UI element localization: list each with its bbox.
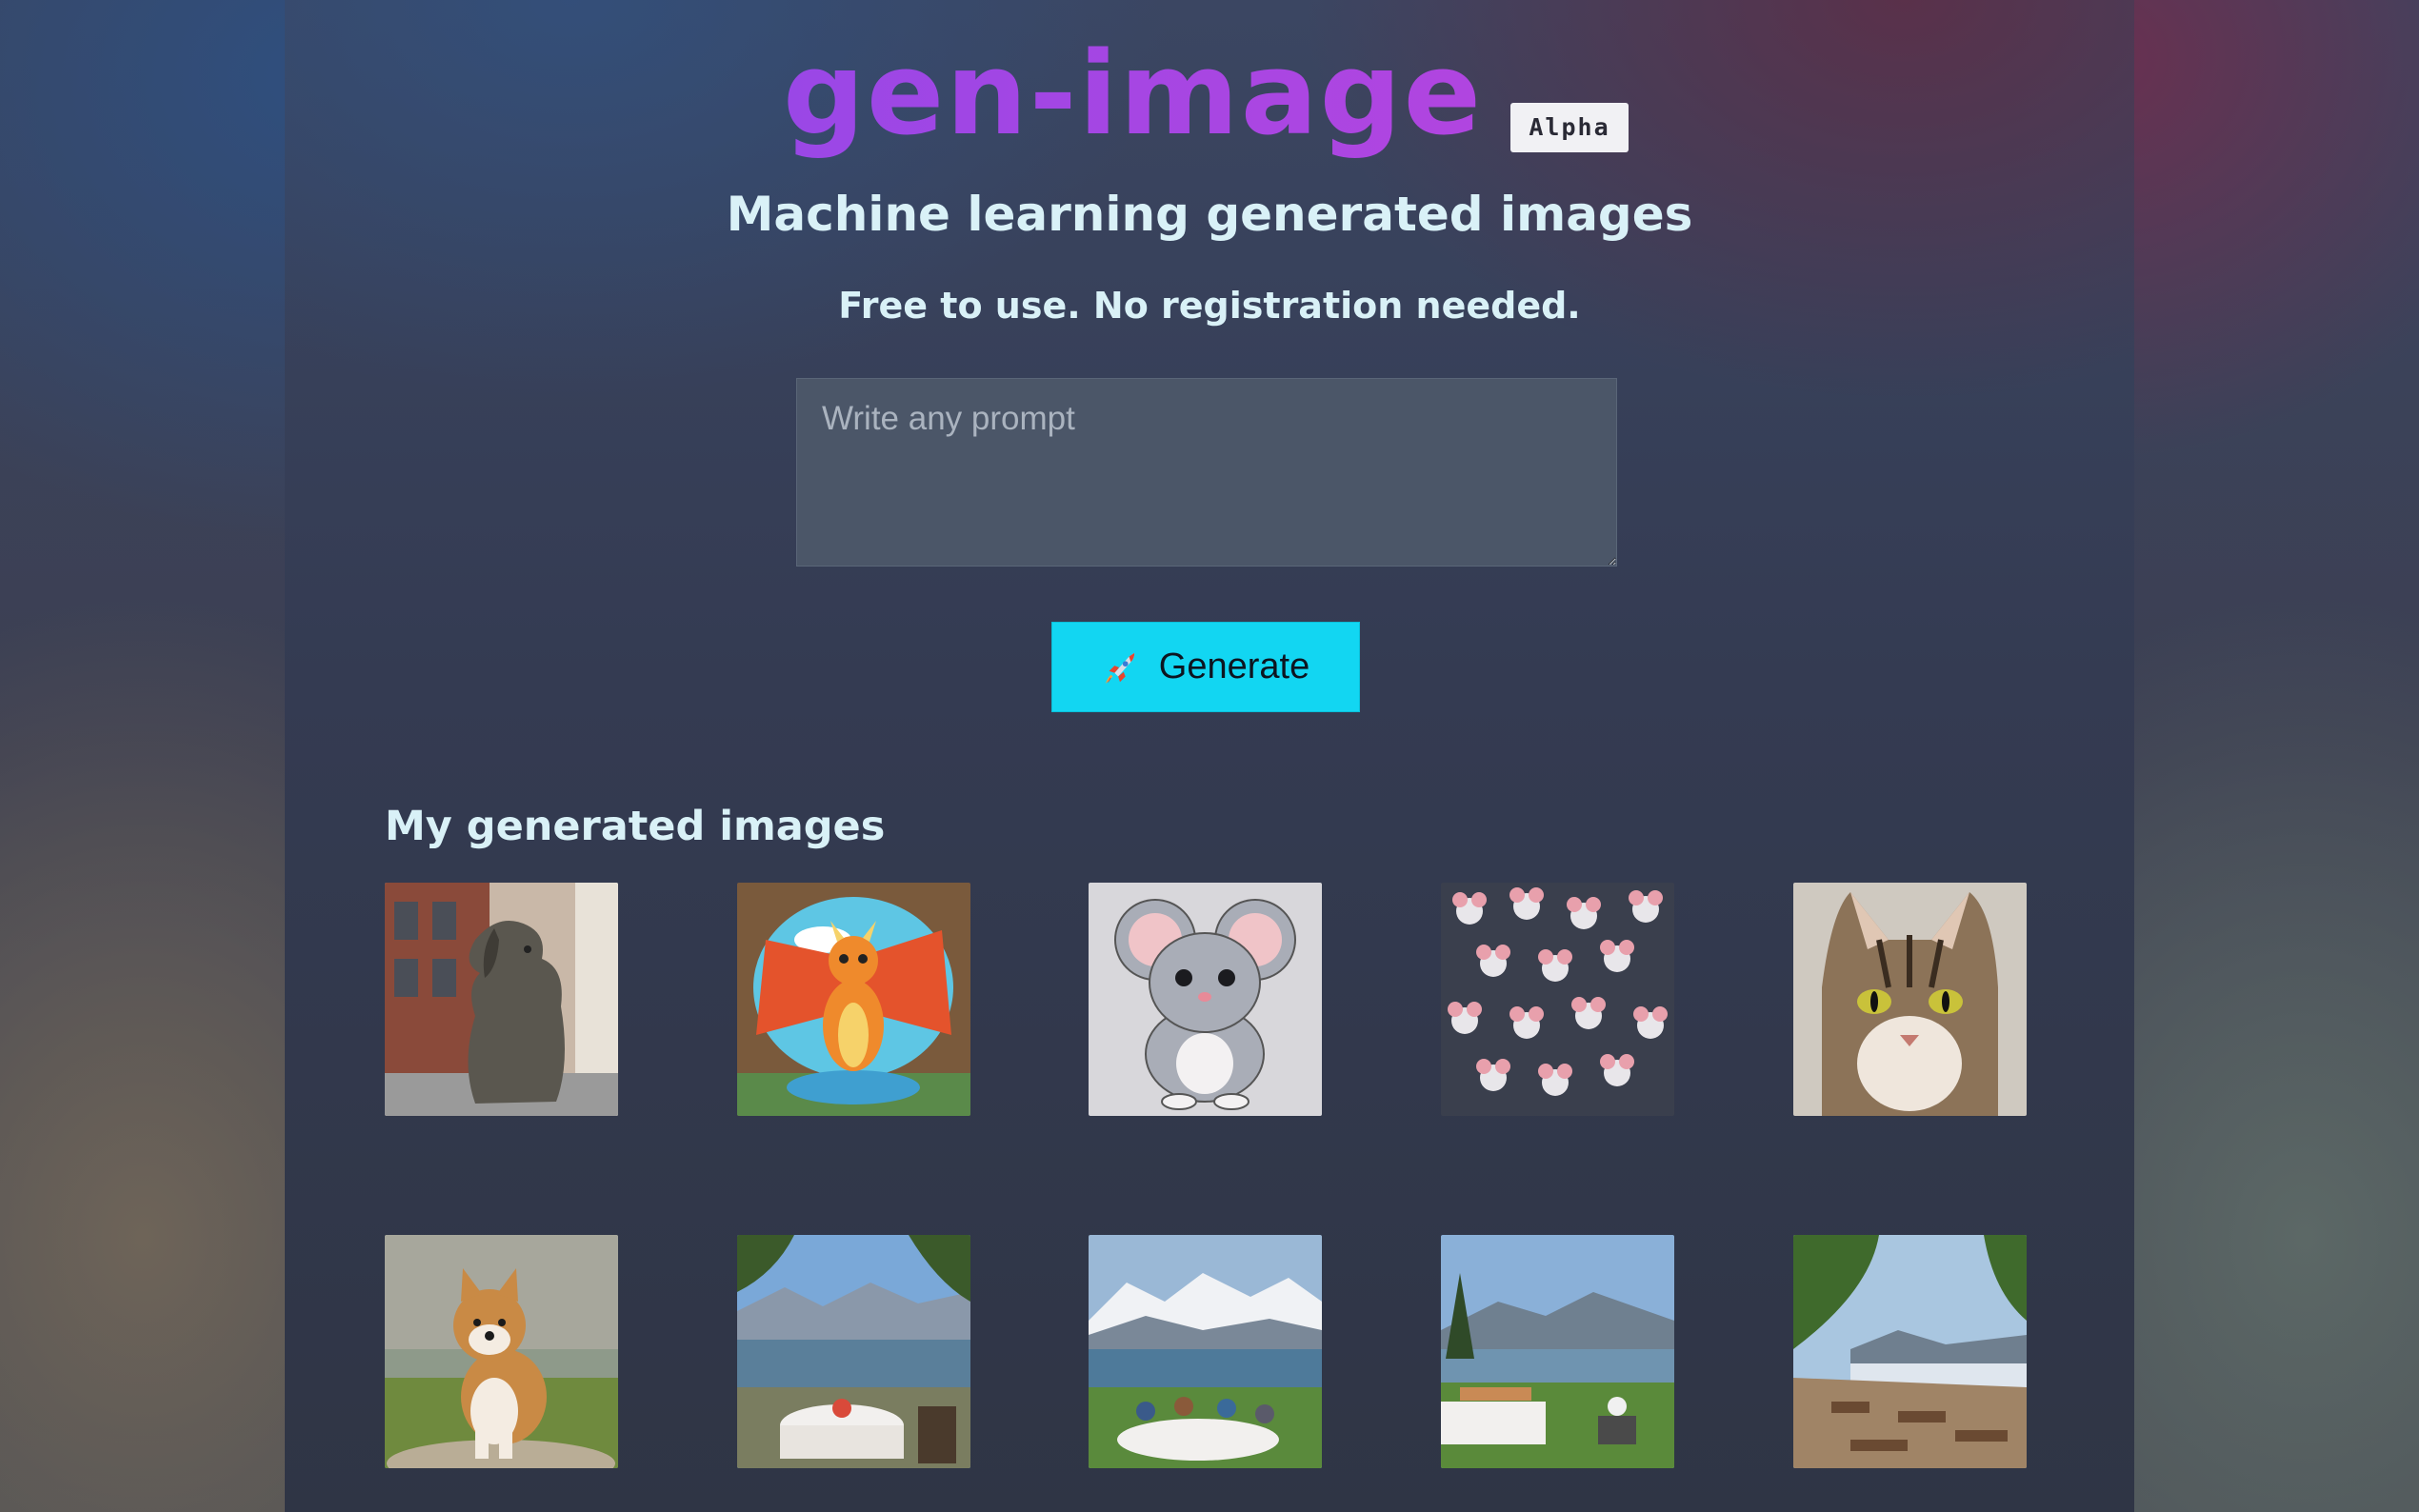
gallery-title: My generated images bbox=[385, 803, 886, 850]
alpha-badge: Alpha bbox=[1510, 103, 1629, 152]
gallery-image-lakeside-picnic[interactable] bbox=[1441, 1235, 1674, 1468]
rocket-icon bbox=[1105, 652, 1134, 684]
gallery-image-dog-statue[interactable] bbox=[385, 883, 618, 1116]
picnic-image bbox=[1089, 1235, 1322, 1468]
dog-statue-image bbox=[385, 883, 618, 1116]
gallery-image-mouse[interactable] bbox=[1089, 883, 1322, 1116]
gallery-image-lakeside-terrace[interactable] bbox=[1793, 1235, 2027, 1468]
gallery-image-mouse-pattern[interactable] bbox=[1441, 883, 1674, 1116]
lakeside-picnic-image bbox=[1441, 1235, 1674, 1468]
mouse-pattern-image bbox=[1441, 883, 1674, 1116]
header: gen-image Alpha bbox=[285, 17, 2134, 161]
gallery-image-lakeside-dining[interactable] bbox=[737, 1235, 970, 1468]
shiba-image bbox=[385, 1235, 618, 1468]
main-panel: gen-image Alpha Machine learning generat… bbox=[285, 0, 2134, 1512]
gallery-image-cat[interactable] bbox=[1793, 883, 2027, 1116]
app-title: gen-image bbox=[783, 29, 1483, 161]
gallery-image-picnic[interactable] bbox=[1089, 1235, 1322, 1468]
mouse-image bbox=[1089, 883, 1322, 1116]
cat-image bbox=[1793, 883, 2027, 1116]
gallery-image-shiba[interactable] bbox=[385, 1235, 618, 1468]
generate-label: Generate bbox=[1158, 647, 1310, 686]
prompt-input[interactable] bbox=[796, 378, 1617, 567]
lakeside-dining-image bbox=[737, 1235, 970, 1468]
page-tagline: Free to use. No registration needed. bbox=[838, 285, 1581, 327]
page-subtitle: Machine learning generated images bbox=[726, 187, 1693, 242]
dragon-image bbox=[737, 883, 970, 1116]
generate-button[interactable]: Generate bbox=[1051, 622, 1360, 712]
lakeside-terrace-image bbox=[1793, 1235, 2027, 1468]
gallery-image-dragon[interactable] bbox=[737, 883, 970, 1116]
